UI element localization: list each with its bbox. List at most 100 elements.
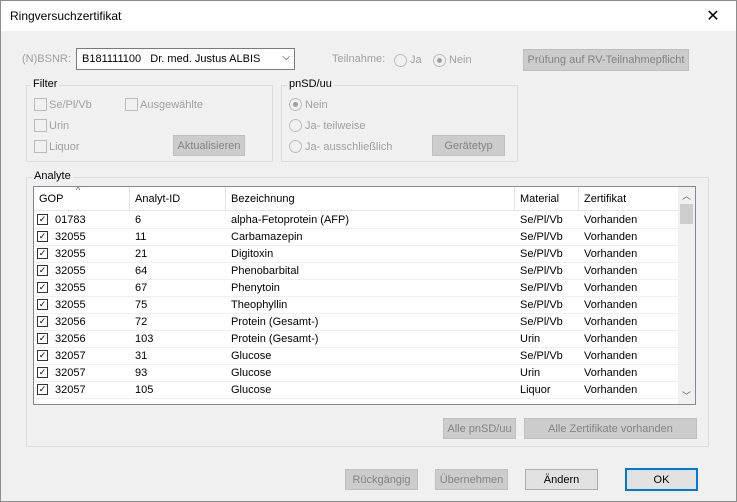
- pnsd-ausschliesslich-radio[interactable]: [289, 140, 302, 153]
- cell-zert: Vorhanden: [584, 248, 638, 260]
- cell-bez: Phenytoin: [231, 282, 280, 294]
- window-title: Ringversuchzertifikat: [10, 9, 122, 23]
- row-checkbox[interactable]: ✓: [37, 333, 48, 344]
- cell-bez: Carbamazepin: [231, 231, 303, 243]
- cell-material: Urin: [520, 333, 541, 345]
- row-checkbox[interactable]: ✓: [37, 265, 48, 276]
- cell-bez: Digitoxin: [231, 248, 274, 260]
- row-checkbox[interactable]: ✓: [37, 350, 48, 361]
- cell-material: Se/Pl/Vb: [520, 282, 563, 294]
- row-checkbox[interactable]: ✓: [37, 384, 48, 395]
- cell-id: 72: [135, 316, 148, 328]
- filter-liquor-checkbox[interactable]: [34, 140, 47, 153]
- filter-liquor-label: Liquor: [49, 141, 80, 153]
- row-checkbox[interactable]: ✓: [37, 248, 48, 259]
- table-row[interactable]: ✓ 32056 72 Protein (Gesamt-) Se/Pl/Vb Vorhand…: [34, 314, 680, 331]
- row-checkbox[interactable]: ✓: [37, 214, 48, 225]
- cell-id: 93: [135, 367, 148, 379]
- filter-urin-checkbox[interactable]: [34, 119, 47, 132]
- pruefung-rv-button[interactable]: Prüfung auf RV-Teilnahmepflicht: [523, 49, 689, 71]
- teilnahme-nein-radio[interactable]: [433, 54, 446, 67]
- scroll-up-icon[interactable]: ︿: [678, 187, 695, 204]
- aendern-button[interactable]: Ändern: [525, 469, 598, 490]
- sort-up-icon: ^: [76, 186, 81, 195]
- cell-zert: Vorhanden: [584, 367, 638, 379]
- cell-zert: Vorhanden: [584, 282, 638, 294]
- filter-se-pl-vb-checkbox[interactable]: [34, 98, 47, 111]
- table-row[interactable]: ✓ 32055 11 Carbamazepin Se/Pl/Vb Vorhanden: [34, 229, 680, 246]
- cell-id: 103: [135, 333, 154, 345]
- cell-gop: 32057: [55, 367, 86, 379]
- column-header-analyt-id[interactable]: Analyt-ID: [130, 187, 226, 211]
- cell-zert: Vorhanden: [584, 299, 638, 311]
- cell-id: 11: [135, 231, 147, 243]
- cell-bez: Glucose: [231, 367, 272, 379]
- table-row[interactable]: ✓ 32056 103 Protein (Gesamt-) Urin Vorhanden: [34, 331, 680, 348]
- rueckgaengig-button[interactable]: Rückgängig: [345, 469, 418, 490]
- cell-id: 105: [135, 384, 154, 396]
- alle-zertifikate-button[interactable]: Alle Zertifikate vorhanden: [524, 418, 697, 439]
- scrollbar-thumb[interactable]: [680, 204, 693, 224]
- cell-bez: Glucose: [231, 350, 272, 362]
- table-row[interactable]: ✓ 32057 93 Glucose Urin Vorhanden: [34, 365, 680, 382]
- pnsd-nein-radio[interactable]: [289, 98, 302, 111]
- cell-zert: Vorhanden: [584, 333, 638, 345]
- cell-gop: 32055: [55, 231, 86, 243]
- teilnahme-ja-label: Ja: [410, 54, 422, 66]
- cell-bez: alpha-Fetoprotein (AFP): [231, 214, 349, 226]
- cell-gop: 32056: [55, 333, 86, 345]
- title-bar: Ringversuchzertifikat ✕: [1, 1, 736, 31]
- table-row[interactable]: ✓ 32055 67 Phenytoin Se/Pl/Vb Vorhanden: [34, 280, 680, 297]
- teilnahme-label: Teilnahme:: [332, 53, 386, 65]
- cell-id: 75: [135, 299, 148, 311]
- cell-material: Se/Pl/Vb: [520, 248, 563, 260]
- cell-id: 21: [135, 248, 148, 260]
- teilnahme-ja-radio[interactable]: [394, 54, 407, 67]
- table-row[interactable]: ✓ 01783 6 alpha-Fetoprotein (AFP) Se/Pl/Vb Vo…: [34, 212, 680, 229]
- cell-material: Se/Pl/Vb: [520, 316, 563, 328]
- pnsd-group-title: pnSD/uu: [287, 78, 334, 90]
- row-checkbox[interactable]: ✓: [37, 367, 48, 378]
- column-header-gop[interactable]: GOP ^: [34, 187, 130, 211]
- cell-zert: Vorhanden: [584, 384, 638, 396]
- vertical-scrollbar[interactable]: ︿ ﹀: [678, 187, 695, 404]
- cell-zert: Vorhanden: [584, 350, 638, 362]
- cell-bez: Phenobarbital: [231, 265, 299, 277]
- close-icon: ✕: [706, 8, 720, 25]
- cell-zert: Vorhanden: [584, 316, 638, 328]
- filter-urin-label: Urin: [49, 120, 70, 132]
- column-header-zertifikat[interactable]: Zertifikat: [579, 187, 680, 211]
- table-header: GOP ^ Analyt-ID Bezeichnung Material Zer…: [34, 187, 680, 211]
- column-header-bezeichnung[interactable]: Bezeichnung: [226, 187, 515, 211]
- teilnahme-nein-label: Nein: [449, 54, 472, 66]
- filter-ausgewaehlte-checkbox[interactable]: [125, 98, 138, 111]
- table-row[interactable]: ✓ 32055 64 Phenobarbital Se/Pl/Vb Vorhanden: [34, 263, 680, 280]
- table-row[interactable]: ✓ 32055 75 Theophyllin Se/Pl/Vb Vorhanden: [34, 297, 680, 314]
- cell-gop: 32057: [55, 350, 86, 362]
- bsnr-select[interactable]: B181111100 Dr. med. Justus ALBIS ⌵: [76, 48, 295, 70]
- cell-id: 6: [135, 214, 142, 226]
- cell-bez: Protein (Gesamt-): [231, 316, 319, 328]
- alle-pnsd-button[interactable]: Alle pnSD/uu: [443, 418, 516, 439]
- cell-material: Se/Pl/Vb: [520, 231, 563, 243]
- cell-gop: 32055: [55, 248, 86, 260]
- cell-material: Liquor: [520, 384, 551, 396]
- table-row[interactable]: ✓ 32057 105 Glucose Liquor Vorhanden: [34, 382, 680, 399]
- close-button[interactable]: ✕: [690, 1, 736, 31]
- analyte-table: GOP ^ Analyt-ID Bezeichnung Material Zer…: [33, 186, 696, 405]
- scroll-down-icon[interactable]: ﹀: [678, 387, 695, 404]
- row-checkbox[interactable]: ✓: [37, 316, 48, 327]
- column-header-material[interactable]: Material: [515, 187, 579, 211]
- table-row[interactable]: ✓ 32057 31 Glucose Se/Pl/Vb Vorhanden: [34, 348, 680, 365]
- row-checkbox[interactable]: ✓: [37, 231, 48, 242]
- geraetetyp-button[interactable]: Gerätetyp: [432, 135, 505, 156]
- aktualisieren-button[interactable]: Aktualisieren: [173, 135, 245, 156]
- ok-button[interactable]: OK: [625, 468, 698, 491]
- uebernehmen-button[interactable]: Übernehmen: [435, 469, 508, 490]
- chevron-down-icon: ⌵: [282, 52, 290, 63]
- cell-id: 64: [135, 265, 148, 277]
- table-row[interactable]: ✓ 32055 21 Digitoxin Se/Pl/Vb Vorhanden: [34, 246, 680, 263]
- row-checkbox[interactable]: ✓: [37, 299, 48, 310]
- pnsd-teilweise-radio[interactable]: [289, 119, 302, 132]
- row-checkbox[interactable]: ✓: [37, 282, 48, 293]
